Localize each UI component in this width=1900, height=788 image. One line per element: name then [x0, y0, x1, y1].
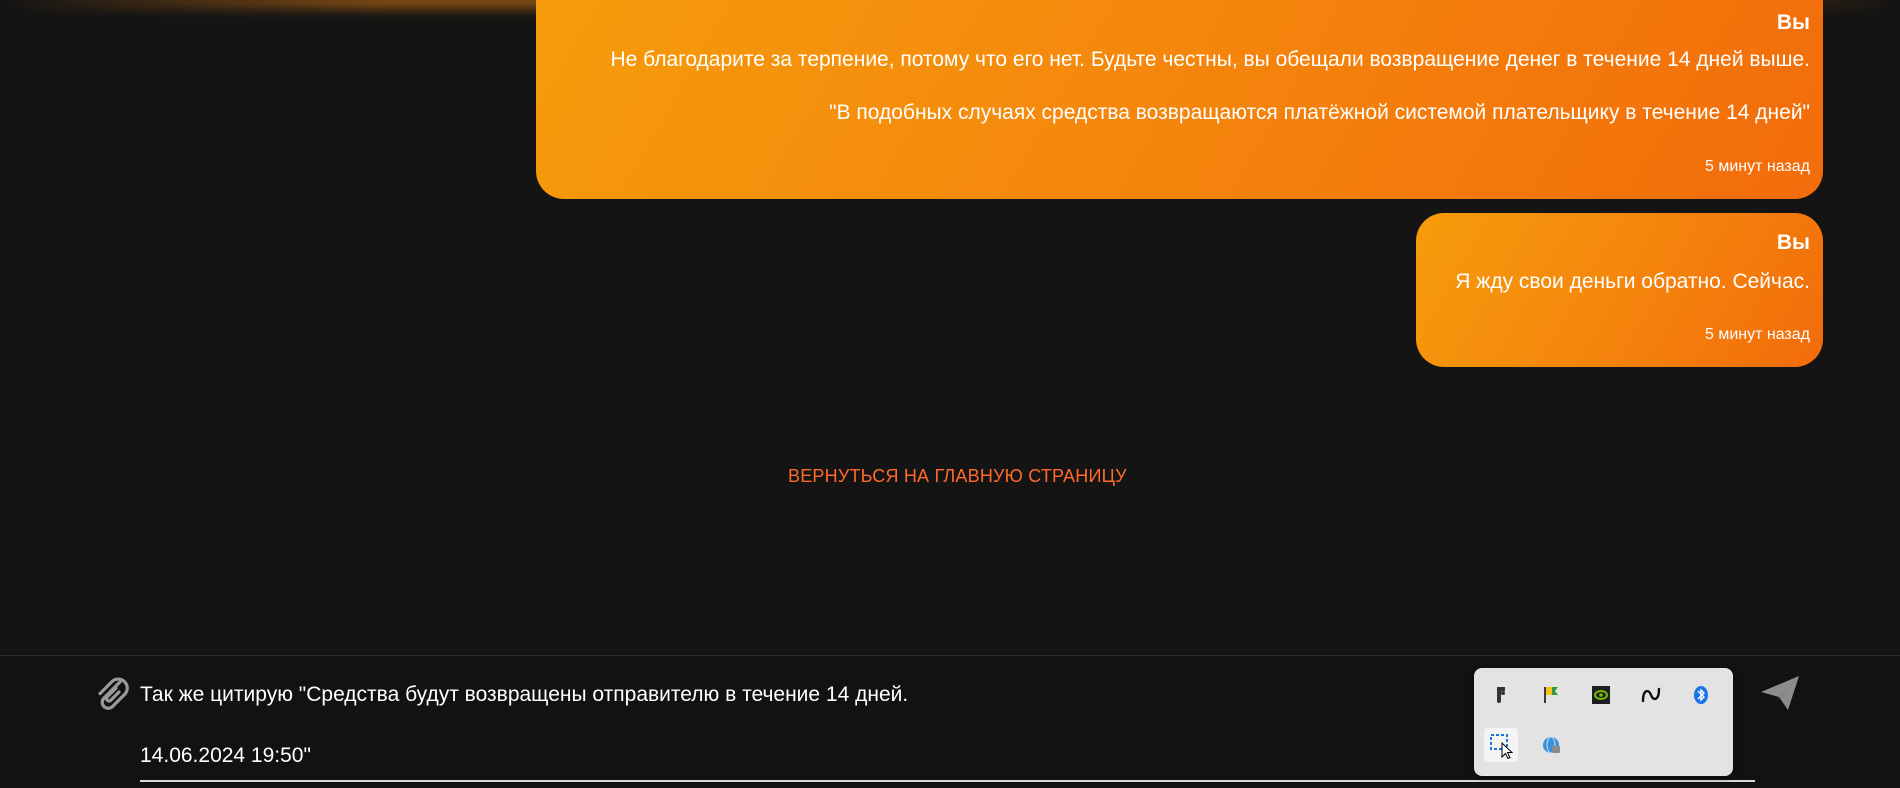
snipping-tool-icon[interactable]	[1484, 728, 1518, 762]
paperclip-icon[interactable]	[92, 672, 132, 714]
message-input-line[interactable]: Так же цитирую "Средства будут возвращен…	[140, 683, 908, 707]
message-text-line: "В подобных случаях средства возвращаютс…	[829, 101, 1810, 124]
flag-icon[interactable]	[1534, 678, 1568, 712]
system-tray-overflow	[1474, 668, 1733, 776]
message-text-line: Я жду свои деньги обратно. Сейчас.	[1455, 270, 1810, 293]
send-icon[interactable]	[1758, 672, 1802, 714]
wave-app-icon[interactable]	[1634, 678, 1668, 712]
message-text-line: Не благодарите за терпение, потому что е…	[610, 48, 1810, 71]
message-timestamp: 5 минут назад	[1704, 158, 1810, 175]
chat-page: Вы Не благодарите за терпение, потому чт…	[0, 0, 1900, 788]
message-input-line[interactable]: 14.06.2024 19:50"	[140, 744, 311, 768]
message-input-underline	[140, 780, 1755, 782]
message-bubble-2: Вы Я жду свои деньги обратно. Сейчас. 5 …	[1416, 213, 1823, 367]
back-to-home-link[interactable]: ВЕРНУТЬСЯ НА ГЛАВНУЮ СТРАНИЦУ	[788, 466, 1127, 487]
nvidia-icon[interactable]	[1584, 678, 1618, 712]
message-timestamp: 5 минут назад	[1704, 326, 1810, 343]
message-sender: Вы	[1776, 231, 1810, 254]
bluetooth-icon[interactable]	[1684, 678, 1718, 712]
figma-icon[interactable]	[1484, 678, 1518, 712]
network-globe-icon[interactable]	[1534, 728, 1568, 762]
message-sender: Вы	[1776, 11, 1810, 34]
message-bubble-1: Вы Не благодарите за терпение, потому чт…	[536, 0, 1823, 199]
